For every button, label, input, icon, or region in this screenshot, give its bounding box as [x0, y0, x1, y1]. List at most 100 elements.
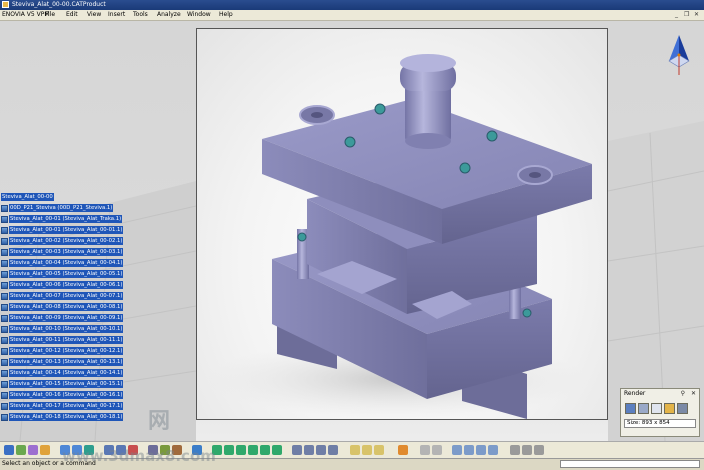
normal-view-icon[interactable] — [272, 445, 282, 455]
menu-view[interactable]: View — [87, 11, 101, 18]
minimize-icon[interactable]: _ — [675, 11, 678, 18]
menu-bar: ENOVIA V5 VPM File Edit View Insert Tool… — [0, 10, 704, 21]
part-icon — [1, 326, 8, 333]
3d-viewport[interactable]: Steviva_Alat_00-00 00D_P21_Steviva (00D_… — [0, 21, 704, 441]
iso-view-icon[interactable] — [292, 445, 302, 455]
measure-icon[interactable] — [28, 445, 38, 455]
part-icon — [1, 348, 8, 355]
screw-head — [344, 136, 356, 148]
render-panel-title: Render — [624, 390, 646, 397]
window-title: Steviva_Alat_00-00.CATProduct — [12, 1, 106, 8]
pin-icon[interactable]: ⚲ — [681, 390, 685, 397]
video-icon[interactable] — [534, 445, 544, 455]
app-icon — [2, 1, 9, 8]
part-icon — [1, 238, 8, 245]
render-preview-icon[interactable] — [651, 403, 662, 414]
part-icon — [1, 304, 8, 311]
pan-icon[interactable] — [224, 445, 234, 455]
menu-insert[interactable]: Insert — [108, 11, 125, 18]
die-set-model[interactable] — [197, 29, 608, 420]
part-icon — [1, 403, 8, 410]
menu-analyze[interactable]: Analyze — [157, 11, 181, 18]
tree-node-label: Steviva_Alat_00-05 (Steviva_Alat_00-05.1… — [9, 270, 124, 278]
tree-node-label: Steviva_Alat_00-06 (Steviva_Alat_00-06.1… — [9, 281, 124, 289]
tree-node-label: Steviva_Alat_00-11 (Steviva_Alat_00-11.1… — [9, 336, 124, 344]
snap-icon[interactable] — [40, 445, 50, 455]
render-size-field[interactable]: Size: 893 x 854 — [624, 419, 696, 428]
tree-node-label: Steviva_Alat_00-17 (Steviva_Alat_00-17.1… — [9, 402, 124, 410]
render-image-icon[interactable] — [625, 403, 636, 414]
title-bar: Steviva_Alat_00-00.CATProduct — [0, 0, 704, 10]
part-icon — [1, 370, 8, 377]
zoom-in-icon[interactable] — [248, 445, 258, 455]
constraint-icon[interactable] — [350, 445, 360, 455]
menu-tools[interactable]: Tools — [133, 11, 148, 18]
fix-icon[interactable] — [362, 445, 372, 455]
menu-file[interactable]: File — [45, 11, 55, 18]
tree-node-label: Steviva_Alat_00-18 (Steviva_Alat_00-18.1… — [9, 413, 124, 421]
close-icon[interactable]: ✕ — [691, 390, 696, 397]
part-icon — [1, 205, 8, 212]
material-icon[interactable] — [488, 445, 498, 455]
tree-node-label: Steviva_Alat_00-01 (Steviva_Alat_Traka.1… — [9, 215, 123, 223]
tree-node-label: Steviva_Alat_00-13 (Steviva_Alat_00-13.1… — [9, 358, 124, 366]
tree-node-label: Steviva_Alat_00-08 (Steviva_Alat_00-08.1… — [9, 303, 124, 311]
part-icon — [1, 414, 8, 421]
plane-icon[interactable] — [16, 445, 26, 455]
tree-node-label: Steviva_Alat_00-01 (Steviva_Alat_00-01.1… — [9, 226, 124, 234]
menu-window[interactable]: Window — [187, 11, 211, 18]
screw-head — [486, 130, 498, 142]
part-icon — [1, 293, 8, 300]
tree-node-label: Steviva_Alat_00-15 (Steviva_Alat_00-15.1… — [9, 380, 124, 388]
tree-node-label: Steviva_Alat_00-09 (Steviva_Alat_00-09.1… — [9, 314, 124, 322]
swap-space-icon[interactable] — [328, 445, 338, 455]
screw-head — [522, 308, 532, 318]
tree-node-label: 00D_P21_Steviva (00D_P21_Steviva.1) — [9, 204, 114, 212]
screw-head — [297, 232, 307, 242]
part-icon — [1, 282, 8, 289]
part-icon — [1, 260, 8, 267]
contact-icon[interactable] — [374, 445, 384, 455]
menu-enovia[interactable]: ENOVIA V5 VPM — [2, 11, 50, 18]
tree-node-label: Steviva_Alat_00-02 (Steviva_Alat_00-02.1… — [9, 237, 124, 245]
scene-icon[interactable] — [398, 445, 408, 455]
part-icon — [1, 392, 8, 399]
restore-icon[interactable]: ❐ — [684, 11, 689, 18]
tree-node-label: Steviva_Alat_00-10 (Steviva_Alat_00-10.1… — [9, 325, 124, 333]
camera-icon[interactable] — [476, 445, 486, 455]
part-icon — [1, 359, 8, 366]
shooting-icon[interactable] — [522, 445, 532, 455]
close-icon[interactable]: ✕ — [694, 11, 699, 18]
watermark-site: www.3dmax8.com — [62, 447, 216, 465]
tree-node-label: Steviva_Alat_00-14 (Steviva_Alat_00-14.1… — [9, 369, 124, 377]
render-panel: Render ⚲ ✕ Size: 893 x 854 — [620, 388, 700, 437]
light-icon[interactable] — [452, 445, 462, 455]
clash-icon[interactable] — [432, 445, 442, 455]
command-input[interactable] — [560, 460, 700, 468]
tree-node-label: Steviva_Alat_00-07 (Steviva_Alat_00-07.1… — [9, 292, 124, 300]
environment-icon[interactable] — [464, 445, 474, 455]
part-icon — [1, 227, 8, 234]
save-icon[interactable] — [677, 403, 688, 414]
tree-node-label: Steviva_Alat_00-12 (Steviva_Alat_00-12.1… — [9, 347, 124, 355]
sectioning-icon[interactable] — [420, 445, 430, 455]
menu-help[interactable]: Help — [219, 11, 233, 18]
counterbore-right-hole — [529, 172, 541, 178]
screw-head — [374, 103, 386, 115]
select-icon[interactable] — [4, 445, 14, 455]
part-icon — [1, 216, 8, 223]
part-icon — [1, 381, 8, 388]
compass-icon[interactable] — [661, 31, 697, 79]
watermark-glyph: 网 — [148, 409, 171, 434]
open-folder-icon[interactable] — [664, 403, 675, 414]
rotate-icon[interactable] — [236, 445, 246, 455]
shading-icon[interactable] — [304, 445, 314, 455]
zoom-out-icon[interactable] — [260, 445, 270, 455]
tree-node-label: Steviva_Alat_00-04 (Steviva_Alat_00-04.1… — [9, 259, 124, 267]
turntable-icon[interactable] — [510, 445, 520, 455]
menu-edit[interactable]: Edit — [66, 11, 78, 18]
hide-show-icon[interactable] — [316, 445, 326, 455]
screw-head — [459, 162, 471, 174]
render-settings-icon[interactable] — [638, 403, 649, 414]
shank-top — [400, 54, 456, 72]
